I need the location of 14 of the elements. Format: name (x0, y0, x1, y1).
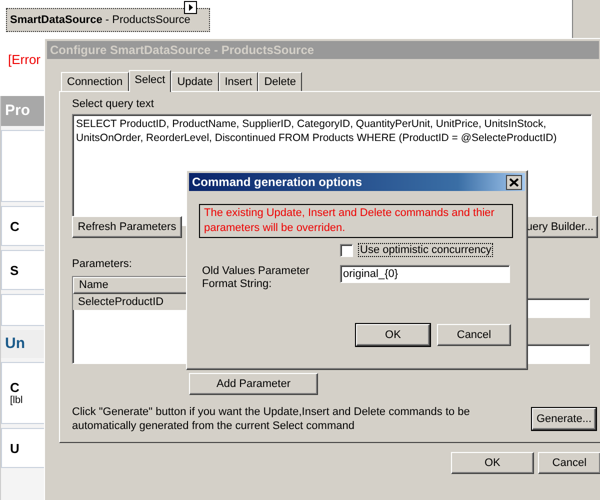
dialog-title-bar: Command generation options (189, 173, 525, 191)
designer-item: C (10, 380, 20, 395)
dialog-title-bar: Configure SmartDataSource - ProductsSource (47, 41, 599, 59)
designer-item: U (1, 428, 45, 468)
designer-item: C (1, 206, 45, 246)
label-text: [lbl (10, 395, 23, 406)
error-text: [Error (8, 52, 40, 67)
warning-message: The existing Update, Insert and Delete commands and thier parameters will be overriden. (199, 204, 513, 238)
parameters-label: Parameters: (72, 258, 133, 270)
query-label: Select query text (72, 98, 155, 110)
section-header: Un (1, 330, 45, 358)
designer-item: S (1, 250, 45, 290)
generate-hint: Click "Generate" button if you want the Update,Insert and Delete commands to be automatically generated from the current Select command (72, 405, 471, 433)
section-header: Pro (1, 96, 45, 126)
